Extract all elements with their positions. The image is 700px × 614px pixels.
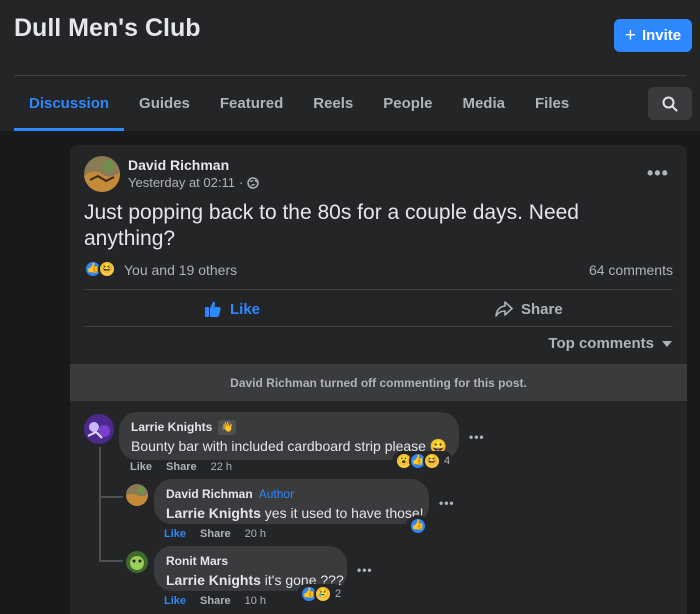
tab-discussion[interactable]: Discussion [14, 76, 125, 131]
comment-actions: Like Share 10 h [164, 595, 266, 607]
commenter-avatar[interactable] [126, 551, 148, 573]
plus-icon: + [624, 25, 636, 46]
post-card: David Richman Yesterday at 02:11 · ••• J… [70, 145, 687, 614]
group-tabs: Discussion Guides Featured Reels People … [14, 76, 584, 131]
commenter-avatar[interactable] [84, 414, 114, 444]
comment-mention[interactable]: Larrie Knights [166, 505, 261, 521]
tab-reels[interactable]: Reels [298, 76, 368, 131]
comments-count[interactable]: 64 comments [589, 262, 673, 278]
wave-icon: 👋 [218, 419, 237, 435]
tab-guides[interactable]: Guides [124, 76, 205, 131]
post-meta: Yesterday at 02:11 · [128, 175, 260, 190]
thread-branch [99, 496, 123, 498]
comment-time[interactable]: 20 h [245, 528, 266, 540]
comment-like-button[interactable]: Like [164, 528, 186, 540]
commenting-off-notice: David Richman turned off commenting for … [70, 364, 687, 401]
comment-reactions[interactable]: 😮 👍 😆 4 [392, 451, 454, 471]
share-button[interactable]: Share [495, 290, 563, 328]
post-action-bar: Like Share [84, 289, 673, 327]
comment-reactions[interactable]: 👍 [406, 516, 430, 536]
post-text: Just popping back to the 80s for a coupl… [84, 201, 579, 250]
comment-sort-label: Top comments [548, 335, 654, 352]
comment-more-icon[interactable]: ••• [357, 564, 373, 576]
comment-share-button[interactable]: Share [200, 595, 231, 607]
haha-reaction-icon: 😆 [423, 452, 441, 470]
comment-mention[interactable]: Larrie Knights [166, 572, 261, 588]
comment-body: yes it used to have those! [264, 505, 424, 521]
comment-reactions[interactable]: 👍 😢 2 [297, 584, 345, 604]
comment-actions: Like Share 20 h [164, 528, 266, 540]
tab-media[interactable]: Media [447, 76, 520, 131]
comment-more-icon[interactable]: ••• [439, 497, 455, 509]
like-label: Like [230, 300, 261, 318]
post-timestamp[interactable]: Yesterday at 02:11 [128, 175, 235, 190]
comment-text: Larrie Knights yes it used to have those… [166, 505, 424, 521]
comment-more-icon[interactable]: ••• [469, 431, 485, 443]
post-author-avatar[interactable] [84, 156, 120, 192]
tab-files[interactable]: Files [520, 76, 584, 131]
commenter-avatar[interactable] [126, 484, 148, 506]
post-more-icon[interactable]: ••• [647, 164, 669, 182]
post-reactions-row: 👍 😆 You and 19 others 64 comments [84, 260, 673, 280]
invite-label: Invite [641, 27, 682, 44]
group-title[interactable]: Dull Men's Club [14, 14, 201, 43]
like-icon [205, 301, 221, 317]
comment-time[interactable]: 10 h [245, 595, 266, 607]
comment-author[interactable]: Ronit Mars [166, 554, 228, 568]
comment-like-button[interactable]: Like [130, 461, 152, 473]
comment-actions: Like Share 22 h [130, 461, 232, 473]
comment-like-button[interactable]: Like [164, 595, 186, 607]
thread-line [99, 447, 101, 562]
comment-time[interactable]: 22 h [211, 461, 232, 473]
comment-share-button[interactable]: Share [166, 461, 197, 473]
tab-people[interactable]: People [368, 76, 447, 131]
haha-reaction-icon: 😆 [98, 260, 116, 278]
tab-featured[interactable]: Featured [205, 76, 298, 131]
author-badge: Author [258, 487, 295, 501]
search-button[interactable] [648, 87, 692, 120]
reactions-summary[interactable]: You and 19 others [124, 262, 237, 278]
comment-author[interactable]: David Richman [166, 487, 253, 501]
like-button[interactable]: Like [204, 290, 260, 328]
post-author-name[interactable]: David Richman [128, 157, 229, 173]
share-label: Share [521, 300, 563, 318]
reaction-icons[interactable]: 👍 😆 [84, 260, 116, 278]
comment-sort-dropdown[interactable]: Top comments [548, 335, 672, 352]
invite-button[interactable]: + Invite [614, 19, 692, 52]
meta-separator: · [238, 175, 244, 190]
comment-author[interactable]: Larrie Knights [131, 420, 212, 434]
group-header: Dull Men's Club + Invite Discussion Guid… [0, 0, 700, 131]
search-icon [662, 96, 678, 111]
reaction-count: 4 [444, 455, 451, 467]
comment-share-button[interactable]: Share [200, 528, 231, 540]
share-icon [495, 301, 513, 317]
thread-branch [99, 560, 123, 562]
like-reaction-icon: 👍 [409, 517, 427, 535]
comment-bubble: David Richman Author Larrie Knights yes … [154, 479, 429, 524]
globe-icon [247, 176, 260, 189]
caret-down-icon [662, 340, 672, 347]
reaction-count: 2 [335, 588, 342, 600]
sad-reaction-icon: 😢 [314, 585, 332, 603]
